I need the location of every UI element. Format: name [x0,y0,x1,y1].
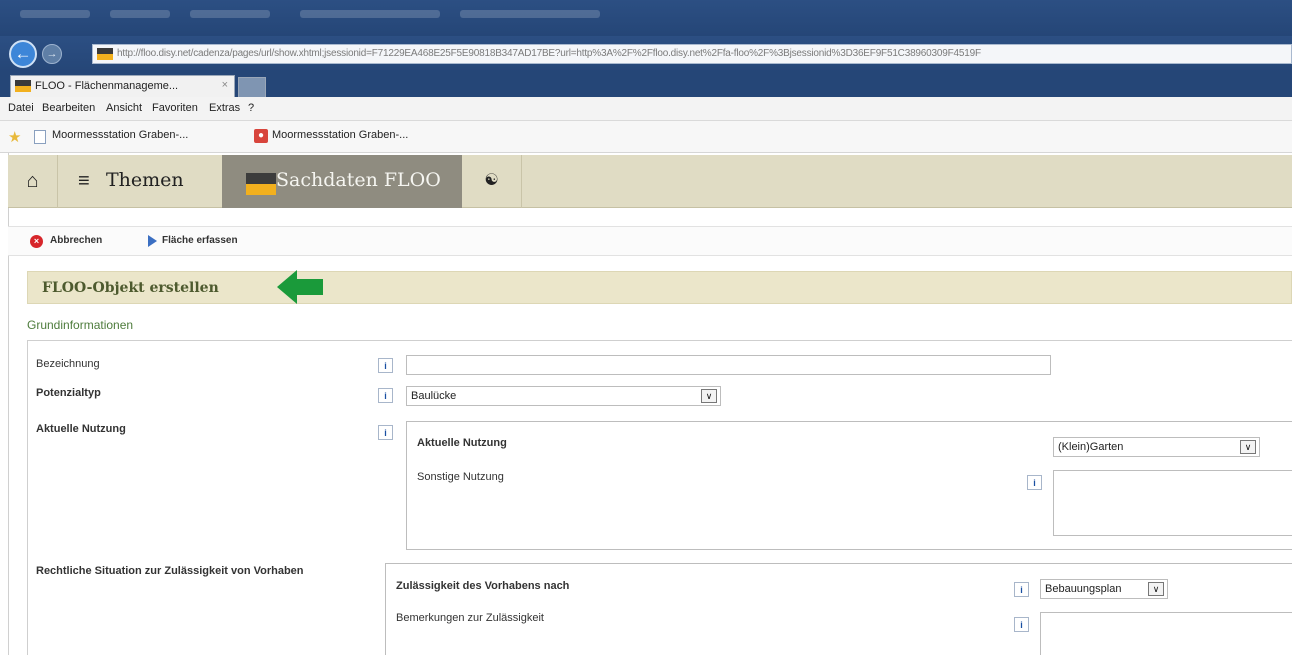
menu-lines-icon: ≡ [78,170,90,192]
zulaessigkeit-value: Bebauungsplan [1045,583,1122,595]
sonstige-nutzung-label: Sonstige Nutzung [417,471,504,483]
form-box: Bezeichnung i Potenzialtyp i Baulücke ∨ … [27,340,1292,655]
potenzialtyp-label: Potenzialtyp [36,387,101,399]
bezeichnung-label: Bezeichnung [36,358,100,370]
title-bar-blur [110,10,170,18]
potenzialtyp-select[interactable]: Baulücke ∨ [406,386,721,406]
favorites-bar: ★ Moormessstation Graben-... ● Moormesss… [0,121,1292,153]
menu-item-help[interactable]: ? [248,102,254,114]
sonstige-nutzung-textarea[interactable] [1053,470,1292,536]
globe-icon: ☯ [484,172,499,189]
favorite-link-1[interactable]: Moormessstation Graben-... [52,129,188,141]
favorites-star-icon[interactable]: ★ [8,128,21,146]
chevron-down-icon[interactable]: ∨ [1148,582,1164,596]
nav-sachdaten-tab[interactable]: Sachdaten FLOO [222,155,462,208]
bemerkungen-textarea[interactable] [1040,612,1292,655]
aktuelle-nutzung-select[interactable]: (Klein)Garten ∨ [1053,437,1260,457]
info-icon[interactable]: i [378,425,393,440]
rechtliche-situation-group: Zulässigkeit des Vorhabens nach i Bebauu… [385,563,1292,655]
menu-item-ansicht[interactable]: Ansicht [106,102,142,114]
nav-sachdaten-label: Sachdaten FLOO [276,169,441,191]
aktuelle-nutzung-group: Aktuelle Nutzung (Klein)Garten ∨ Sonstig… [406,421,1292,550]
info-icon[interactable]: i [378,388,393,403]
nav-themen-button[interactable]: ≡ Themen [58,155,228,208]
home-icon: ⌂ [26,170,39,192]
menu-item-favoriten[interactable]: Favoriten [152,102,198,114]
title-bar-blur [190,10,270,18]
chevron-down-icon[interactable]: ∨ [1240,440,1256,454]
app-navigation: ⌂ ≡ Themen Sachdaten FLOO ☯ [8,155,1292,208]
menu-item-datei[interactable]: Datei [8,102,34,114]
play-icon[interactable] [148,235,157,247]
info-icon[interactable]: i [1014,582,1029,597]
cancel-icon[interactable]: × [30,235,43,248]
page-icon [34,130,46,144]
chevron-down-icon[interactable]: ∨ [701,389,717,403]
title-bar-blur [300,10,440,18]
form-toolbar: × Abbrechen Fläche erfassen [8,226,1292,256]
browser-title-bar [0,0,1292,36]
menu-item-bearbeiten[interactable]: Bearbeiten [42,102,95,114]
home-button[interactable]: ⌂ [8,155,58,208]
aktuelle-nutzung-inner-label: Aktuelle Nutzung [417,437,507,449]
new-tab-button[interactable] [238,77,266,97]
floo-favicon-icon [97,48,113,60]
section-title: Grundinformationen [27,318,134,332]
tab-row: FLOO - Flächenmanageme... × [0,72,1292,97]
map-pin-icon: ● [254,129,268,143]
address-bar[interactable]: http://floo.disy.net/cadenza/pages/url/s… [92,44,1292,64]
potenzialtyp-value: Baulücke [411,390,457,402]
floo-flag-icon [246,173,276,195]
favorite-link-2[interactable]: Moormessstation Graben-... [272,129,408,141]
title-bar-blur [20,10,90,18]
back-button[interactable]: ← [9,40,37,68]
zulaessigkeit-label: Zulässigkeit des Vorhabens nach [396,580,570,592]
info-icon[interactable]: i [1014,617,1029,632]
title-bar-blur [460,10,600,18]
cancel-button[interactable]: Abbrechen [50,235,102,246]
info-icon[interactable]: i [378,358,393,373]
url-text: http://floo.disy.net/cadenza/pages/url/s… [117,48,981,59]
tab-close-icon[interactable]: × [222,79,228,91]
globe-button[interactable]: ☯ [462,155,522,208]
bezeichnung-input[interactable] [406,355,1051,375]
address-row: ← → http://floo.disy.net/cadenza/pages/u… [0,36,1292,72]
menu-bar: Datei Bearbeiten Ansicht Favoriten Extra… [0,97,1292,121]
nav-themen-label: Themen [106,169,184,191]
aktuelle-nutzung-value: (Klein)Garten [1058,441,1124,453]
form-title: FLOO-Objekt erstellen [42,280,219,296]
browser-tab-floo[interactable]: FLOO - Flächenmanageme... × [10,75,235,97]
info-icon[interactable]: i [1027,475,1042,490]
bemerkungen-label: Bemerkungen zur Zulässigkeit [396,612,544,624]
aktuelle-nutzung-label: Aktuelle Nutzung [36,423,126,435]
menu-item-extras[interactable]: Extras [209,102,240,114]
zulaessigkeit-select[interactable]: Bebauungsplan ∨ [1040,579,1168,599]
floo-favicon-icon [15,80,31,92]
green-arrow-icon [277,270,323,304]
tab-title: FLOO - Flächenmanageme... [35,80,179,92]
form-header: FLOO-Objekt erstellen [27,271,1292,304]
forward-button[interactable]: → [42,44,62,64]
capture-area-button[interactable]: Fläche erfassen [162,235,238,246]
rechtliche-situation-label: Rechtliche Situation zur Zulässigkeit vo… [36,565,304,577]
